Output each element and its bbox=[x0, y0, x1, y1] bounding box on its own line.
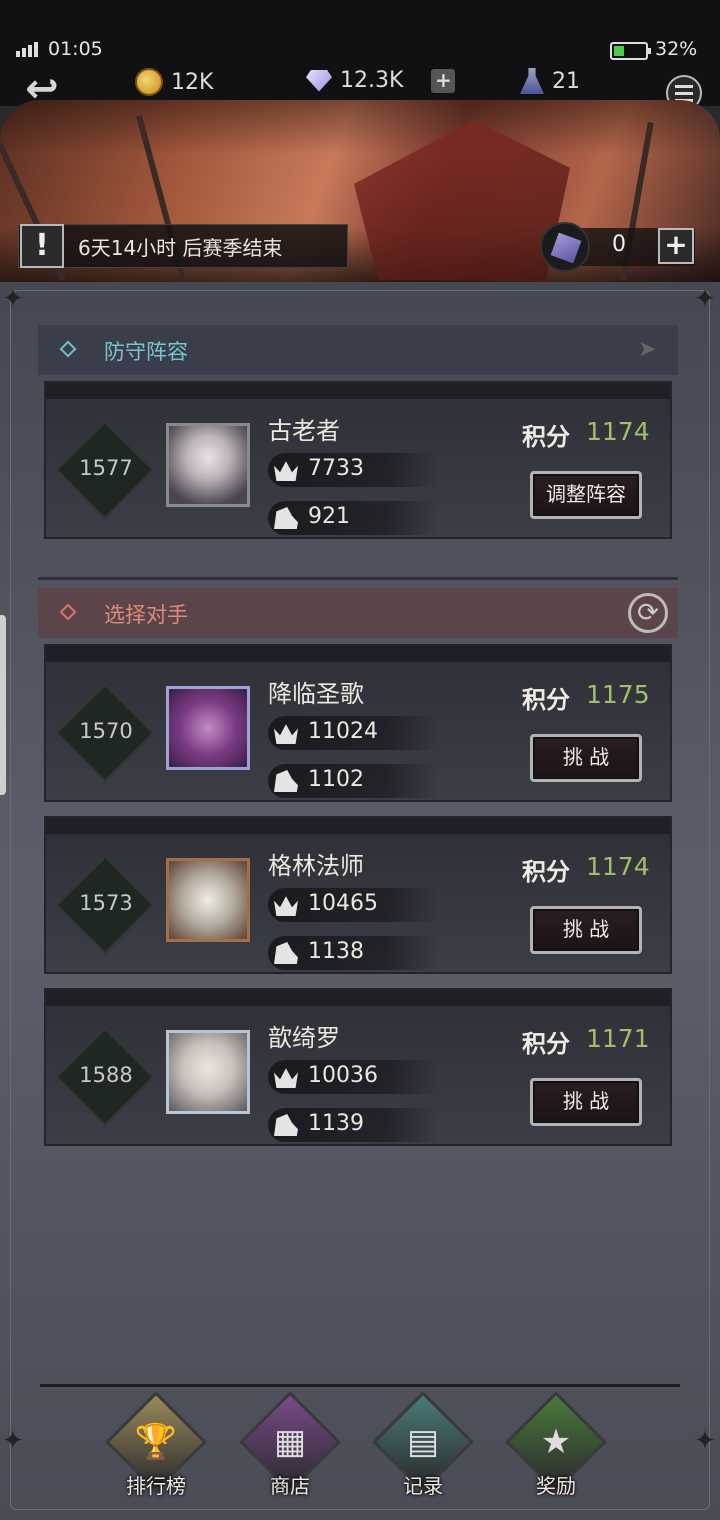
score-value: 1174 bbox=[586, 417, 650, 446]
flask-counter: 21 bbox=[520, 68, 580, 94]
ticket-count: 0 bbox=[612, 232, 626, 257]
rank-number: 1577 bbox=[79, 456, 133, 480]
signal-icon bbox=[16, 42, 38, 57]
hero-portrait[interactable] bbox=[166, 423, 250, 507]
power-value: 7733 bbox=[308, 456, 364, 481]
power-stat: 10465 bbox=[268, 888, 438, 922]
score-label: 积分 bbox=[522, 858, 570, 886]
battery-icon bbox=[610, 42, 651, 60]
nav-label: 记录 bbox=[403, 1474, 443, 1498]
season-timer: 6天14小时 后赛季结束 bbox=[78, 236, 283, 260]
crown-icon bbox=[274, 1068, 298, 1088]
speed-stat: 1102 bbox=[268, 764, 438, 798]
power-stat: 11024 bbox=[268, 716, 438, 750]
diamond-icon bbox=[59, 603, 77, 621]
player-name: 格林法师 bbox=[268, 852, 364, 880]
exclamation-icon: ! bbox=[20, 224, 64, 268]
opponent-card: 1573 格林法师 10465 1138 积分 1174 挑 战 bbox=[44, 816, 672, 974]
score-label: 积分 bbox=[522, 686, 570, 714]
coin-icon bbox=[135, 68, 163, 96]
add-ticket-button[interactable]: + bbox=[658, 228, 694, 264]
nav-rewards[interactable]: ★ 奖励 bbox=[505, 1391, 607, 1510]
speed-value: 1139 bbox=[308, 1111, 364, 1136]
hero-portrait[interactable] bbox=[166, 686, 250, 770]
speed-value: 1138 bbox=[308, 939, 364, 964]
clock: 01:05 bbox=[48, 38, 103, 60]
banner-artwork bbox=[354, 120, 570, 280]
hero-portrait[interactable] bbox=[166, 1030, 250, 1114]
power-stat: 10036 bbox=[268, 1060, 438, 1094]
player-name: 降临圣歌 bbox=[268, 680, 364, 708]
corner-ornament: ✦ bbox=[694, 284, 716, 314]
challenge-button[interactable]: 挑 战 bbox=[530, 734, 642, 782]
crown-icon bbox=[274, 461, 298, 481]
bottom-divider bbox=[40, 1384, 680, 1387]
trophy-icon: 🏆 bbox=[134, 1422, 178, 1462]
money-bag-icon: ★ bbox=[540, 1422, 572, 1462]
power-value: 11024 bbox=[308, 719, 378, 744]
boot-icon bbox=[274, 1114, 298, 1136]
section-divider bbox=[38, 577, 678, 580]
score-value: 1174 bbox=[586, 852, 650, 881]
opponent-card: 1588 歆绮罗 10036 1139 积分 1171 挑 战 bbox=[44, 988, 672, 1146]
diamond-icon bbox=[59, 340, 77, 358]
corner-ornament: ✦ bbox=[2, 284, 24, 314]
rank-number: 1573 bbox=[79, 891, 133, 915]
coin-counter: 12K bbox=[135, 68, 213, 96]
nav-records[interactable]: ▤ 记录 bbox=[372, 1391, 474, 1510]
rank-number: 1588 bbox=[79, 1063, 133, 1087]
boot-icon bbox=[274, 770, 298, 792]
chest-icon: ▦ bbox=[273, 1422, 307, 1462]
adjust-lineup-button[interactable]: 调整阵容 bbox=[530, 471, 642, 519]
battery-percent: 32% bbox=[655, 38, 698, 60]
speed-stat: 1139 bbox=[268, 1108, 438, 1142]
power-stat: 7733 bbox=[268, 453, 438, 487]
power-value: 10036 bbox=[308, 1063, 378, 1088]
speed-value: 1102 bbox=[308, 767, 364, 792]
coin-value: 12K bbox=[171, 69, 214, 95]
opponents-section-header: 选择对手 ⟳ bbox=[38, 588, 678, 638]
scroll-icon: ▤ bbox=[406, 1422, 440, 1462]
crown-icon bbox=[274, 724, 298, 744]
rank-number: 1570 bbox=[79, 719, 133, 743]
nav-label: 商店 bbox=[270, 1474, 310, 1498]
nav-label: 排行榜 bbox=[126, 1474, 186, 1498]
gem-value: 12.3K bbox=[340, 68, 404, 93]
player-name: 歆绮罗 bbox=[268, 1024, 340, 1052]
crown-icon bbox=[274, 896, 298, 916]
corner-ornament: ✦ bbox=[694, 1426, 716, 1456]
challenge-button[interactable]: 挑 战 bbox=[530, 1078, 642, 1126]
flask-icon bbox=[520, 68, 544, 94]
boot-icon bbox=[274, 942, 298, 964]
flask-value: 21 bbox=[552, 68, 580, 94]
score-label: 积分 bbox=[522, 1030, 570, 1058]
arrow-icon: ➤ bbox=[638, 337, 657, 362]
defense-title: 防守阵容 bbox=[104, 340, 188, 364]
refresh-button[interactable]: ⟳ bbox=[628, 593, 668, 633]
challenge-button[interactable]: 挑 战 bbox=[530, 906, 642, 954]
gem-icon bbox=[306, 69, 332, 92]
corner-ornament: ✦ bbox=[2, 1426, 24, 1456]
nav-label: 奖励 bbox=[536, 1474, 576, 1498]
score-value: 1175 bbox=[586, 680, 650, 709]
side-drawer-handle[interactable] bbox=[0, 615, 6, 795]
gem-counter: 12.3K + bbox=[306, 68, 456, 93]
score-label: 积分 bbox=[522, 423, 570, 451]
power-value: 10465 bbox=[308, 891, 378, 916]
speed-stat: 1138 bbox=[268, 936, 438, 970]
score-value: 1171 bbox=[586, 1024, 650, 1053]
opponent-card: 1570 降临圣歌 11024 1102 积分 1175 挑 战 bbox=[44, 644, 672, 802]
speed-value: 921 bbox=[308, 504, 350, 529]
speed-stat: 921 bbox=[268, 501, 438, 535]
hero-portrait[interactable] bbox=[166, 858, 250, 942]
add-gems-button[interactable]: + bbox=[431, 68, 456, 93]
defense-section-header: 防守阵容 ➤ bbox=[38, 325, 678, 375]
ticket-scroll-icon bbox=[540, 222, 590, 272]
nav-leaderboard[interactable]: 🏆 排行榜 bbox=[105, 1391, 207, 1510]
boot-icon bbox=[274, 507, 298, 529]
player-name: 古老者 bbox=[268, 417, 340, 445]
defense-card: 1577 古老者 7733 921 积分 1174 调整阵容 bbox=[44, 381, 672, 539]
opponents-title: 选择对手 bbox=[104, 603, 188, 627]
nav-shop[interactable]: ▦ 商店 bbox=[239, 1391, 341, 1510]
